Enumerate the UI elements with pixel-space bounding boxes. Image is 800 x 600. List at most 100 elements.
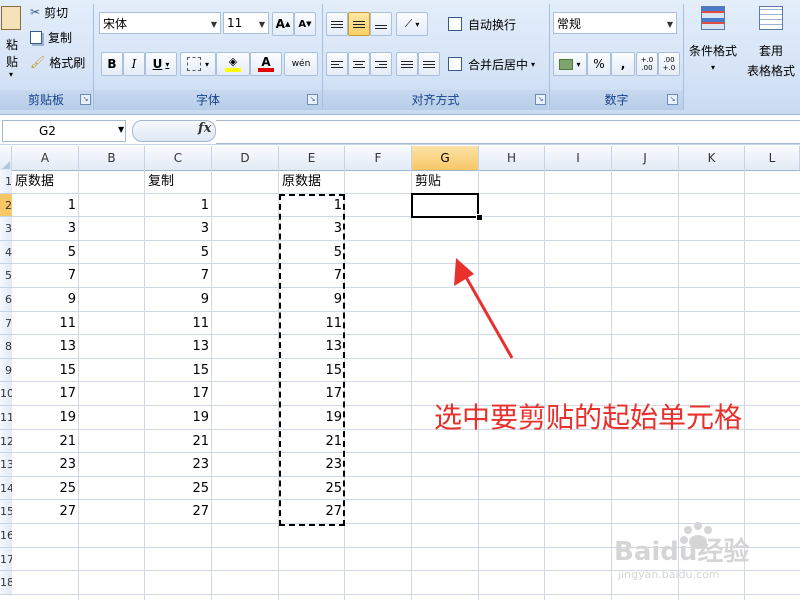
- row-header-4[interactable]: 4: [0, 240, 12, 265]
- row-header-7[interactable]: 7: [0, 311, 12, 336]
- copy-button[interactable]: 复制: [30, 28, 72, 46]
- italic-button[interactable]: I: [123, 52, 145, 76]
- cell-A11[interactable]: 19: [12, 406, 79, 429]
- cut-button[interactable]: ✂ 剪切: [30, 3, 68, 21]
- wrap-text-button[interactable]: 自动换行: [448, 14, 516, 34]
- selected-cell-G2[interactable]: [411, 193, 479, 218]
- paste-button[interactable]: 粘贴 ▾: [0, 2, 22, 82]
- cell-C14[interactable]: 25: [145, 477, 212, 500]
- row-header-15[interactable]: 15: [0, 500, 12, 524]
- row-header-1[interactable]: 1: [0, 170, 12, 194]
- row-header-11[interactable]: 11: [0, 406, 12, 430]
- cell-A9[interactable]: 15: [12, 359, 79, 382]
- align-middle-button[interactable]: [348, 12, 370, 36]
- formula-input[interactable]: [216, 120, 800, 144]
- column-header-G[interactable]: G: [412, 146, 479, 170]
- row-header-2[interactable]: 2: [0, 193, 12, 218]
- orientation-button[interactable]: ⟋ ▾: [396, 12, 428, 36]
- align-bottom-button[interactable]: [370, 12, 392, 36]
- column-header-J[interactable]: J: [612, 146, 679, 170]
- row-header-18[interactable]: 18: [0, 571, 12, 595]
- shrink-font-button[interactable]: A ▼: [294, 12, 316, 36]
- cell-C9[interactable]: 15: [145, 359, 212, 382]
- font-name-combo[interactable]: 宋体 ▼: [99, 12, 221, 34]
- cell-A3[interactable]: 3: [12, 217, 79, 240]
- cell-A2[interactable]: 1: [12, 194, 79, 217]
- cell-C1[interactable]: 复制: [145, 170, 212, 193]
- percent-button[interactable]: %: [587, 52, 611, 76]
- row-header-14[interactable]: 14: [0, 476, 12, 501]
- row-header-10[interactable]: 10: [0, 382, 12, 406]
- number-launcher-icon[interactable]: ↘: [667, 94, 678, 105]
- fill-color-button[interactable]: ◈: [216, 52, 250, 76]
- cell-C15[interactable]: 27: [145, 500, 212, 523]
- column-header-E[interactable]: E: [279, 146, 345, 170]
- cell-C11[interactable]: 19: [145, 406, 212, 429]
- font-launcher-icon[interactable]: ↘: [307, 94, 318, 105]
- column-header-C[interactable]: C: [145, 146, 212, 170]
- cell-C8[interactable]: 13: [145, 335, 212, 358]
- cell-C13[interactable]: 23: [145, 453, 212, 476]
- row-header-16[interactable]: 16: [0, 524, 12, 548]
- cell-A7[interactable]: 11: [12, 312, 79, 335]
- row-header-3[interactable]: 3: [0, 217, 12, 241]
- row-header-13[interactable]: 13: [0, 453, 12, 477]
- cell-C3[interactable]: 3: [145, 217, 212, 240]
- decrease-decimal-button[interactable]: .00 +.0: [658, 52, 680, 76]
- name-box[interactable]: G2: [2, 120, 126, 142]
- cell-A10[interactable]: 17: [12, 382, 79, 405]
- cell-C5[interactable]: 7: [145, 264, 212, 287]
- font-color-button[interactable]: A: [250, 52, 282, 76]
- cell-A15[interactable]: 27: [12, 500, 79, 523]
- cell-C12[interactable]: 21: [145, 430, 212, 453]
- align-left-button[interactable]: [326, 52, 348, 76]
- row-header-5[interactable]: 5: [0, 264, 12, 288]
- column-header-K[interactable]: K: [679, 146, 745, 170]
- cell-C10[interactable]: 17: [145, 382, 212, 405]
- grow-font-button[interactable]: A ▲: [272, 12, 294, 36]
- cell-E1[interactable]: 原数据: [279, 170, 345, 193]
- cell-G1[interactable]: 剪贴: [412, 170, 479, 193]
- phonetic-button[interactable]: wén: [284, 52, 318, 76]
- chevron-down-icon[interactable]: ▼: [118, 125, 124, 134]
- increase-indent-button[interactable]: [418, 52, 440, 76]
- align-top-button[interactable]: [326, 12, 348, 36]
- fill-handle[interactable]: [476, 214, 483, 221]
- cell-A1[interactable]: 原数据: [12, 170, 79, 193]
- column-header-F[interactable]: F: [345, 146, 412, 170]
- cell-A8[interactable]: 13: [12, 335, 79, 358]
- increase-decimal-button[interactable]: +.0 .00: [636, 52, 658, 76]
- column-header-B[interactable]: B: [79, 146, 145, 170]
- alignment-launcher-icon[interactable]: ↘: [535, 94, 546, 105]
- accounting-format-button[interactable]: ▾: [553, 52, 587, 76]
- decrease-indent-button[interactable]: [396, 52, 418, 76]
- number-format-combo[interactable]: 常规 ▼: [553, 12, 677, 34]
- cell-A6[interactable]: 9: [12, 288, 79, 311]
- column-header-H[interactable]: H: [479, 146, 545, 170]
- format-as-table-button[interactable]: 套用 表格格式: [740, 4, 800, 84]
- row-header-17[interactable]: 17: [0, 547, 12, 572]
- bold-button[interactable]: B: [101, 52, 123, 76]
- cell-A13[interactable]: 23: [12, 453, 79, 476]
- column-header-A[interactable]: A: [12, 146, 79, 170]
- column-header-D[interactable]: D: [212, 146, 279, 170]
- align-right-button[interactable]: [370, 52, 392, 76]
- row-header-8[interactable]: 8: [0, 335, 12, 359]
- cell-A5[interactable]: 7: [12, 264, 79, 287]
- comma-button[interactable]: ,: [611, 52, 635, 76]
- column-header-I[interactable]: I: [545, 146, 612, 170]
- fx-icon[interactable]: fx: [198, 121, 211, 136]
- borders-button[interactable]: ▾: [180, 52, 216, 76]
- font-size-combo[interactable]: 11 ▼: [223, 12, 269, 34]
- cell-A12[interactable]: 21: [12, 430, 79, 453]
- column-header-L[interactable]: L: [745, 146, 800, 170]
- cell-C2[interactable]: 1: [145, 194, 212, 217]
- align-center-button[interactable]: [348, 52, 370, 76]
- merge-center-button[interactable]: 合并后居中 ▾: [448, 54, 535, 74]
- cell-C7[interactable]: 11: [145, 312, 212, 335]
- cell-C6[interactable]: 9: [145, 288, 212, 311]
- row-header-12[interactable]: 12: [0, 429, 12, 454]
- cell-A14[interactable]: 25: [12, 477, 79, 500]
- select-all-corner[interactable]: [0, 146, 12, 170]
- format-painter-button[interactable]: 🖌 格式刷: [30, 53, 85, 71]
